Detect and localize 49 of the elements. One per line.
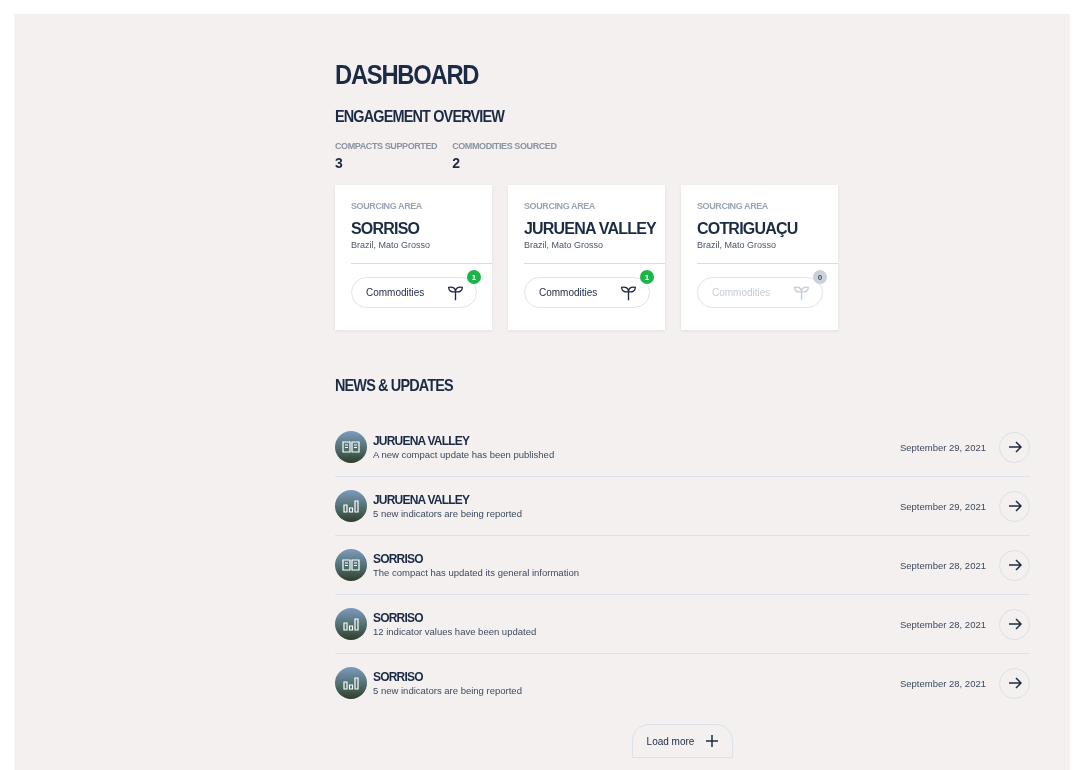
news-date: September 29, 2021 [899, 500, 986, 512]
stat-value: 2 [452, 155, 461, 171]
bar-chart-icon [335, 667, 367, 699]
area-name: COTRIGUAÇU [697, 220, 798, 238]
area-location: Brazil, Mato Grosso [524, 240, 604, 250]
load-more-button[interactable]: Load more [631, 724, 734, 758]
count-badge: 0 [813, 270, 827, 284]
sprout-icon [620, 284, 637, 301]
sprout-icon [447, 284, 464, 301]
book-icon [335, 431, 367, 463]
bar-chart-icon [335, 608, 367, 640]
count-badge: 1 [640, 270, 654, 284]
arrow-right-icon [1007, 677, 1022, 689]
page-title: DASHBOARD [335, 59, 479, 91]
news-date: September 29, 2021 [899, 441, 986, 453]
stat-value: 3 [335, 155, 344, 171]
stat-label: COMMODITIES SOURCED [452, 141, 557, 151]
arrow-right-icon [1007, 500, 1022, 512]
card-label: SOURCING AREA [697, 201, 768, 211]
news-text: 5 new indicators are being reported [373, 508, 522, 519]
news-title: JURUENA VALLEY [373, 493, 470, 507]
news-title: SORRISO [373, 552, 423, 566]
news-text: The compact has updated its general information [373, 567, 579, 578]
sprout-icon [793, 284, 810, 301]
news-title: JURUENA VALLEY [373, 434, 470, 448]
area-location: Brazil, Mato Grosso [697, 240, 777, 250]
news-text: A new compact update has been published [373, 449, 555, 460]
arrow-right-icon [1007, 618, 1022, 630]
area-name: JURUENA VALLEY [524, 220, 656, 238]
news-title: SORRISO [373, 670, 423, 684]
news-date: September 28, 2021 [899, 677, 986, 689]
section-title: NEWS & UPDATES [335, 376, 453, 396]
news-text: 12 indicator values have been updated [373, 626, 537, 637]
news-text: 5 new indicators are being reported [373, 685, 522, 696]
arrow-right-icon [1007, 559, 1022, 571]
news-date: September 28, 2021 [899, 618, 986, 630]
book-icon [335, 549, 367, 581]
card-label: SOURCING AREA [351, 201, 422, 211]
bar-chart-icon [335, 490, 367, 522]
stat-label: COMPACTS SUPPORTED [335, 141, 438, 151]
count-badge: 1 [467, 270, 481, 284]
arrow-right-icon [1007, 441, 1022, 453]
news-title: SORRISO [373, 611, 423, 625]
news-date: September 28, 2021 [899, 559, 986, 571]
area-name: SORRISO [351, 220, 420, 238]
plus-icon [706, 735, 719, 747]
area-location: Brazil, Mato Grosso [351, 240, 431, 250]
section-title: ENGAGEMENT OVERVIEW [335, 107, 505, 127]
card-label: SOURCING AREA [524, 201, 595, 211]
